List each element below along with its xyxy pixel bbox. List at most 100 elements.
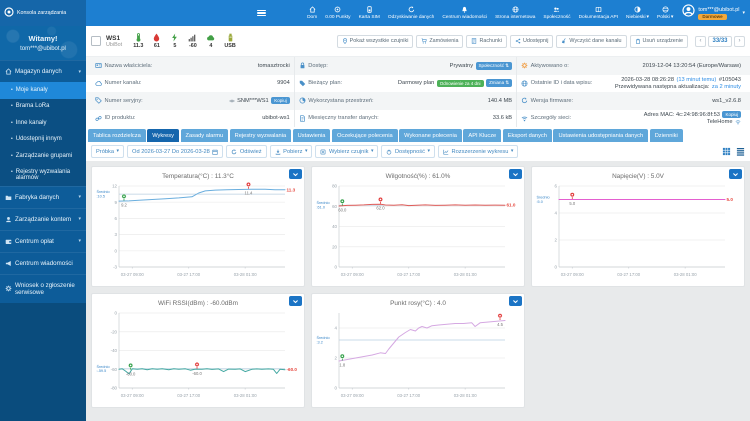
- sidebar-item[interactable]: •Rejestry wyzwalania alarmów: [0, 165, 86, 186]
- tab-item[interactable]: Ustawienia udostępniania danych: [553, 129, 648, 142]
- info-label-text: Wykorzystana przestrzeń:: [308, 98, 373, 104]
- svg-text:0: 0: [115, 311, 118, 316]
- date-range-picker[interactable]: Od 2026-03-27 Do 2026-03-28: [127, 145, 223, 158]
- nav-item-api[interactable]: Dokumentacja API: [575, 0, 622, 26]
- nav-item-sim[interactable]: Karta SIM: [355, 0, 384, 26]
- action-button[interactable]: Pokaż wszystkie czujniki: [337, 35, 414, 48]
- action-button[interactable]: Udostępnij: [510, 35, 553, 48]
- nav-item-points[interactable]: 0.00 Punkty: [321, 0, 354, 26]
- sidebar-section[interactable]: Centrum opłat▾: [0, 230, 86, 252]
- info-label: Bieżący plan:: [299, 80, 342, 87]
- tab-item[interactable]: Ustawienia: [293, 129, 331, 142]
- tab-item[interactable]: Oczekujące polecenia: [332, 129, 398, 142]
- info-label-text: Ostatnie ID i data wpisu:: [531, 80, 593, 86]
- avatar-icon: [682, 4, 695, 17]
- info-label: Ostatnie ID i data wpisu:: [521, 80, 592, 87]
- wifi-icon: [735, 119, 741, 125]
- sidebar-section[interactable]: Centrum wiadomości: [0, 252, 86, 274]
- svg-text:4.5: 4.5: [497, 322, 503, 327]
- sidebar-item[interactable]: •Moje kanały: [0, 82, 86, 99]
- list-view-button[interactable]: [736, 147, 745, 156]
- chart-dropdown-button[interactable]: [729, 169, 742, 179]
- chart-dropdown-button[interactable]: [289, 169, 302, 179]
- svg-text:03-27 17:00: 03-27 17:00: [177, 393, 201, 398]
- gear-icon: [521, 62, 528, 69]
- prev-page-button[interactable]: ‹: [695, 36, 706, 47]
- sidebar-item[interactable]: •Inne kanały: [0, 115, 86, 132]
- device-vendor: UbiBot: [106, 42, 122, 48]
- info-value-link[interactable]: (13 minut temu): [677, 77, 717, 83]
- nav-label-row: 0.00 Punkty: [325, 15, 350, 20]
- chart-dropdown-button[interactable]: [509, 296, 522, 306]
- toolbar-button[interactable]: Rozszerzenie wykresu▾: [438, 145, 518, 158]
- tab-active[interactable]: Wykresy: [147, 129, 179, 142]
- nav-item-recovery[interactable]: Odzyskiwanie danych: [384, 0, 438, 26]
- copy-badge[interactable]: Kopiuj: [271, 97, 290, 104]
- sidebar-item[interactable]: •Udostępnij innym: [0, 132, 86, 149]
- action-button[interactable]: Usuń urządzenie: [630, 35, 688, 48]
- info-cell: Miesięczny transfer danych:33.6 kB: [294, 110, 516, 128]
- toolbar-button[interactable]: Dostępność▾: [381, 145, 435, 158]
- info-value-line: 2026-03-28 08:26:28(13 minut temu)#10504…: [621, 77, 741, 83]
- status-badge[interactable]: Zmiana ⇅: [486, 79, 512, 87]
- info-label: Wykorzystana przestrzeń:: [299, 97, 374, 104]
- sidebar-section[interactable]: Fabryka danych▾: [0, 186, 86, 208]
- info-value-line: PrywatnySpołeczność ⇅: [450, 62, 512, 70]
- tab-item[interactable]: Rejestry wyzwalania: [230, 129, 292, 142]
- sidebar-section[interactable]: Wniosek o zgłoszenie serwisowe: [0, 274, 86, 303]
- tab-bar: Tablica rozdzielczaWykresyZasady alarmuR…: [86, 127, 750, 142]
- action-button[interactable]: Wyczyść dane kanału: [556, 35, 626, 48]
- pie-icon: [299, 97, 306, 104]
- copy-badge[interactable]: Kopiuj: [722, 111, 741, 118]
- nav-item-community[interactable]: Społeczność: [539, 0, 574, 26]
- action-button[interactable]: Rachunki: [466, 35, 506, 48]
- tab-item[interactable]: API Klucze: [463, 129, 501, 142]
- tab-item[interactable]: Zasady alarmu: [181, 129, 229, 142]
- info-cell: Numer seryjny:SNM***WS1Kopiuj: [91, 92, 294, 110]
- nav-item-home[interactable]: Dom: [303, 0, 321, 26]
- sidebar-section[interactable]: Zarządzanie kontem▾: [0, 208, 86, 230]
- grid-view-button[interactable]: [722, 147, 731, 156]
- ubibot-icon: [4, 7, 14, 17]
- tab-item[interactable]: Dzienniki: [650, 129, 683, 142]
- toolbar-button-label: Odśwież: [240, 149, 262, 155]
- svg-text:2: 2: [335, 356, 338, 361]
- device-checkbox[interactable]: [91, 36, 101, 46]
- info-value-line: Adres MAC: 4c:24:98:96:8f:53Kopiuj: [644, 111, 741, 118]
- sensor-chip: -60: [188, 33, 197, 49]
- nav-label-row: Odzyskiwanie danych: [388, 15, 434, 20]
- next-page-button[interactable]: ›: [734, 36, 745, 47]
- chevron-down-icon: ▾: [371, 149, 374, 154]
- toolbar-button[interactable]: Pobierz▾: [270, 145, 313, 158]
- sidebar-item[interactable]: •Zarządzanie grupami: [0, 148, 86, 165]
- nav-item-bell[interactable]: Centrum wiadomości: [438, 0, 491, 26]
- sidebar-item[interactable]: •Brama LoRa: [0, 99, 86, 116]
- info-value-link[interactable]: za 2 minuty: [712, 84, 741, 90]
- toolbar-button[interactable]: Wybierz czujnik▾: [315, 145, 378, 158]
- chart-dropdown-button[interactable]: [509, 169, 522, 179]
- sidebar-section[interactable]: Magazyn danych▾: [0, 60, 86, 82]
- tagfill-icon: [299, 80, 306, 87]
- charts-area: Temperatura(°C) : 11.3°C129630-303-27 09…: [86, 161, 750, 421]
- nav-item-lang[interactable]: Polski▾: [653, 0, 677, 26]
- sensor-chip: 61: [152, 33, 161, 49]
- folder-icon: [5, 194, 12, 201]
- tab-item[interactable]: Tablica rozdzielcza: [88, 129, 146, 142]
- user-menu[interactable]: tom***@ubibot.pl Darmowe ▾: [677, 4, 750, 22]
- bell-icon: [461, 6, 468, 13]
- tab-item[interactable]: Wykonane polecenia: [399, 129, 462, 142]
- action-button[interactable]: Zamówienia: [416, 35, 463, 48]
- chevron-down-icon: ▾: [428, 149, 431, 154]
- toolbar-button[interactable]: Próbka▾: [91, 145, 124, 158]
- tab-item[interactable]: Eksport danych: [503, 129, 552, 142]
- info-value: ubibot-ws1: [262, 115, 290, 121]
- nav-item-theme[interactable]: Niebieski▾: [622, 0, 653, 26]
- info-value: PrywatnySpołeczność ⇅: [450, 62, 512, 70]
- status-badge[interactable]: Społeczność ⇅: [476, 62, 513, 70]
- chart-dropdown-button[interactable]: [289, 296, 302, 306]
- toolbar-button[interactable]: Odśwież: [226, 145, 266, 158]
- nav-label-row: Karta SIM: [359, 15, 380, 20]
- nav-item-globe[interactable]: Strona internetowa: [491, 0, 539, 26]
- menu-toggle-icon[interactable]: [254, 5, 269, 20]
- status-badge[interactable]: Odnowienie za 4 dni: [437, 80, 484, 87]
